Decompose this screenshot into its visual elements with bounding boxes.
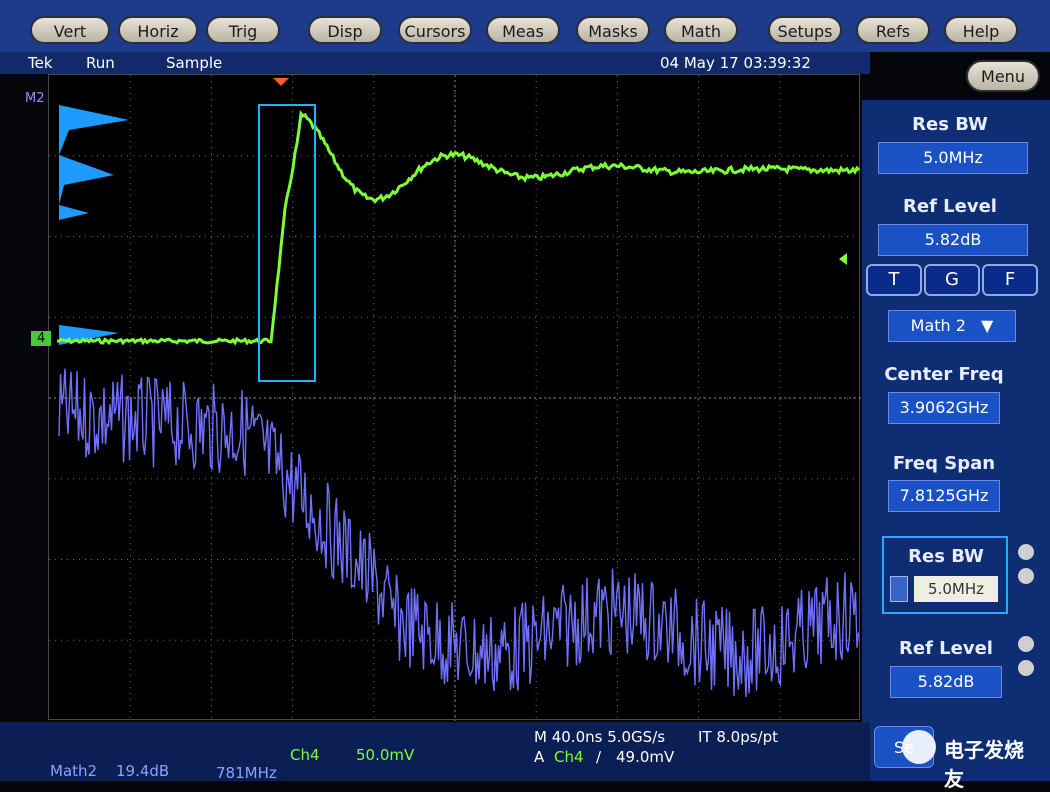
readout-bar: Math2 19.4dB 781MHz Ch4 50.0mV M 40.0ns …	[0, 722, 870, 782]
disp-button[interactable]: Disp	[308, 16, 382, 44]
run-state: Run	[86, 54, 115, 72]
res-bw-edit-label: Res BW	[908, 546, 984, 567]
keypad-icon[interactable]	[890, 576, 908, 602]
math2-marker: M2	[25, 91, 45, 106]
ref-level-label: Ref Level	[903, 196, 997, 217]
res-bw-value[interactable]: 5.0MHz	[878, 142, 1028, 174]
watermark: 电子发烧友	[900, 728, 1040, 791]
watermark-logo-icon	[902, 730, 936, 764]
horiz-button[interactable]: Horiz	[118, 16, 198, 44]
knob-d-icon[interactable]	[1018, 660, 1034, 676]
source-select-value: Math 2	[910, 316, 966, 335]
vert-button[interactable]: Vert	[30, 16, 110, 44]
help-button[interactable]: Help	[944, 16, 1018, 44]
masks-button[interactable]: Masks	[576, 16, 650, 44]
trigger-source: Ch4	[554, 748, 584, 766]
knob-a-icon[interactable]	[1018, 544, 1034, 560]
math2-scale: 19.4dB	[116, 762, 170, 780]
trigger-slope-icon: ∕	[596, 748, 602, 766]
knob-b-icon[interactable]	[1018, 568, 1034, 584]
trigger-level: 49.0mV	[616, 748, 675, 766]
waveform-display[interactable]: M2 4	[25, 74, 861, 721]
res-bw-edit-box[interactable]: Res BW 5.0MHz	[882, 536, 1008, 614]
status-bar: Tek Run Sample 04 May 17 03:39:32	[0, 52, 870, 74]
math2-rbw: 781MHz	[216, 764, 277, 782]
brand-label: Tek	[28, 54, 53, 72]
math2-spectrum-trace	[58, 368, 860, 698]
tab-t[interactable]: T	[866, 264, 922, 296]
datetime: 04 May 17 03:39:32	[660, 54, 811, 72]
center-freq-value[interactable]: 3.9062GHz	[888, 392, 1000, 424]
watermark-text: 电子发烧友	[944, 738, 1024, 791]
graticule-svg	[49, 75, 861, 721]
refs-button[interactable]: Refs	[856, 16, 930, 44]
trigger-level-marker	[839, 253, 847, 265]
chevron-down-icon: ▼	[981, 316, 994, 335]
interpolation-readout: IT 8.0ps/pt	[698, 728, 779, 746]
math-button[interactable]: Math	[664, 16, 738, 44]
ref-level-value[interactable]: 5.82dB	[878, 224, 1028, 256]
timebase-readout: M 40.0ns 5.0GS/s	[534, 728, 666, 746]
top-menu-bar: Vert Horiz Trig Disp Cursors Meas Masks …	[0, 0, 1050, 52]
freq-span-value[interactable]: 7.8125GHz	[888, 480, 1000, 512]
center-freq-label: Center Freq	[884, 364, 1004, 385]
tab-f[interactable]: F	[982, 264, 1038, 296]
meas-button[interactable]: Meas	[486, 16, 560, 44]
source-select[interactable]: Math 2 ▼	[888, 310, 1016, 342]
ref-level2-label: Ref Level	[899, 638, 993, 659]
ch4-scale: 50.0mV	[356, 746, 415, 764]
res-bw-edit-field[interactable]: 5.0MHz	[914, 576, 998, 602]
knob-c-icon[interactable]	[1018, 636, 1034, 652]
setups-button[interactable]: Setups	[768, 16, 842, 44]
ch4-step-trace	[56, 110, 861, 346]
tab-g[interactable]: G	[924, 264, 980, 296]
trig-button[interactable]: Trig	[206, 16, 280, 44]
cursors-button[interactable]: Cursors	[398, 16, 472, 44]
menu-button[interactable]: Menu	[966, 60, 1040, 92]
ch4-name: Ch4	[290, 746, 320, 764]
ch4-marker: 4	[31, 331, 52, 346]
histogram-shape	[59, 105, 129, 345]
trigger-position-marker	[273, 78, 289, 86]
ref-level2-value[interactable]: 5.82dB	[890, 666, 1002, 698]
freq-span-label: Freq Span	[892, 453, 996, 474]
math2-name: Math2	[50, 762, 98, 780]
trigger-mode: A	[534, 748, 545, 766]
acquisition-mode: Sample	[166, 54, 223, 72]
res-bw-label: Res BW	[912, 114, 988, 135]
